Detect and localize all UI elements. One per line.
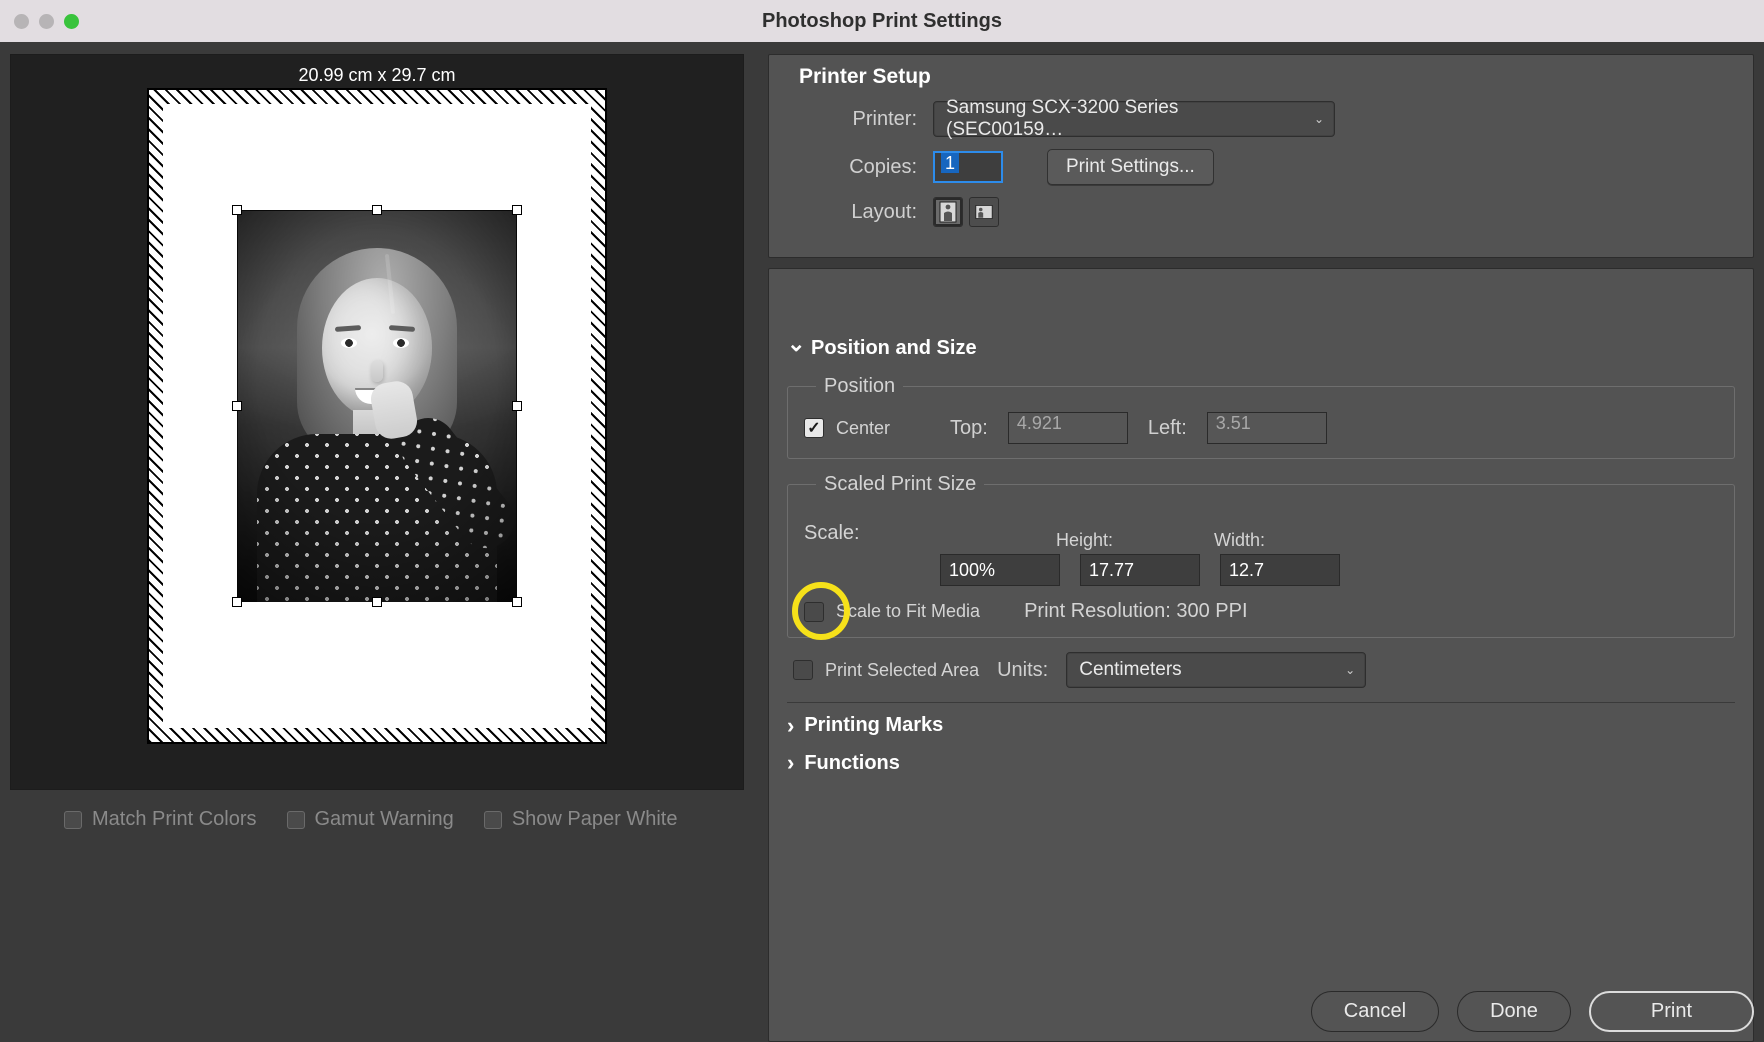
resize-handle-top[interactable] (372, 205, 382, 215)
landscape-orientation-icon (975, 201, 993, 223)
printing-marks-heading: Printing Marks (804, 714, 943, 737)
preview-column: 20.99 cm x 29.7 cm (10, 54, 754, 1042)
checkbox-icon (64, 811, 82, 829)
printer-label: Printer: (845, 108, 917, 131)
width-label: Width: (1214, 530, 1334, 551)
dialog-footer-buttons: Cancel Done Print (760, 991, 1754, 1032)
position-and-size-section-header[interactable]: Position and Size (787, 329, 1735, 367)
scaled-print-size-legend: Scaled Print Size (816, 473, 984, 496)
resize-handle-bottom-right[interactable] (512, 597, 522, 607)
print-settings-button[interactable]: Print Settings... (1047, 149, 1214, 185)
layout-portrait-button[interactable] (933, 197, 963, 227)
checkbox-checked-icon (804, 418, 824, 438)
checkbox-icon (804, 602, 824, 622)
gamut-warning-label: Gamut Warning (315, 808, 454, 831)
position-and-size-heading: Position and Size (811, 337, 977, 360)
disclosure-triangle-collapsed-icon (787, 750, 794, 776)
match-print-colors-option[interactable]: Match Print Colors (64, 808, 257, 831)
cancel-button[interactable]: Cancel (1311, 991, 1439, 1032)
printer-select-value: Samsung SCX-3200 Series (SEC00159… (946, 97, 1300, 141)
top-label: Top: (950, 417, 988, 440)
resize-handle-right[interactable] (512, 401, 522, 411)
width-value: 12.7 (1229, 560, 1264, 581)
scale-label: Scale: (804, 522, 860, 545)
layout-landscape-button[interactable] (969, 197, 999, 227)
done-button[interactable]: Done (1457, 991, 1571, 1032)
print-button-label: Print (1651, 1000, 1692, 1022)
image-bounding-box[interactable] (237, 210, 517, 602)
scale-to-fit-checkbox[interactable]: Scale to Fit Media (804, 601, 980, 622)
printer-setup-heading: Printer Setup (799, 65, 1735, 89)
preview-options: Match Print Colors Gamut Warning Show Pa… (64, 808, 754, 831)
resize-handle-top-left[interactable] (232, 205, 242, 215)
print-resolution-text: Print Resolution: 300 PPI (1024, 600, 1247, 623)
chevron-down-icon: ⌄ (1314, 112, 1324, 126)
scale-input[interactable]: 100% (940, 554, 1060, 586)
show-paper-white-option[interactable]: Show Paper White (484, 808, 678, 831)
chevron-down-icon: ⌄ (1345, 663, 1355, 677)
height-value: 17.77 (1089, 560, 1134, 581)
units-select[interactable]: Centimeters ⌄ (1066, 652, 1366, 688)
minimize-window-button[interactable] (39, 14, 54, 29)
resize-handle-top-right[interactable] (512, 205, 522, 215)
portrait-illustration (237, 210, 517, 602)
cancel-button-label: Cancel (1344, 1000, 1406, 1022)
copies-input[interactable]: 1 (933, 151, 1003, 183)
top-input[interactable]: 4.921 (1008, 412, 1128, 444)
settings-column: Printer Setup Printer: Samsung SCX-3200 … (754, 54, 1764, 1042)
position-group: Position Center Top: 4.921 Left: 3.51 (787, 375, 1735, 459)
layout-label: Layout: (845, 201, 917, 224)
print-preview-frame: 20.99 cm x 29.7 cm (10, 54, 744, 790)
height-input[interactable]: 17.77 (1080, 554, 1200, 586)
print-button[interactable]: Print (1589, 991, 1754, 1032)
top-input-value: 4.921 (1017, 413, 1062, 433)
printing-marks-section-header[interactable]: Printing Marks (787, 702, 1735, 740)
resize-handle-left[interactable] (232, 401, 242, 411)
maximize-window-button[interactable] (64, 14, 79, 29)
paper-dimensions-label: 20.99 cm x 29.7 cm (298, 65, 455, 86)
center-checkbox[interactable]: Center (804, 418, 890, 439)
left-input-value: 3.51 (1216, 413, 1251, 433)
portrait-orientation-icon (939, 201, 957, 223)
copies-input-value: 1 (941, 153, 959, 173)
print-selected-area-checkbox[interactable]: Print Selected Area (793, 660, 979, 681)
scaled-print-size-group: Scaled Print Size Scale: 100% (787, 473, 1735, 638)
copies-label: Copies: (845, 156, 917, 179)
checkbox-icon (793, 660, 813, 680)
scale-value: 100% (949, 560, 995, 581)
center-label: Center (836, 418, 890, 439)
show-paper-white-label: Show Paper White (512, 808, 678, 831)
paper-preview[interactable] (147, 88, 607, 744)
window-controls (14, 14, 79, 29)
resize-handle-bottom[interactable] (372, 597, 382, 607)
width-input[interactable]: 12.7 (1220, 554, 1340, 586)
height-label: Height: (1056, 530, 1176, 551)
checkbox-icon (484, 811, 502, 829)
units-label: Units: (997, 659, 1048, 682)
resize-handle-bottom-left[interactable] (232, 597, 242, 607)
match-print-colors-label: Match Print Colors (92, 808, 257, 831)
printer-select[interactable]: Samsung SCX-3200 Series (SEC00159… ⌄ (933, 101, 1335, 137)
position-and-size-panel: Position and Size Position Center Top: 4… (768, 268, 1754, 1042)
position-legend: Position (816, 375, 903, 398)
printer-setup-panel: Printer Setup Printer: Samsung SCX-3200 … (768, 54, 1754, 258)
disclosure-triangle-collapsed-icon (787, 713, 794, 739)
close-window-button[interactable] (14, 14, 29, 29)
titlebar: Photoshop Print Settings (0, 0, 1764, 42)
functions-section-header[interactable]: Functions (787, 740, 1735, 778)
units-select-value: Centimeters (1079, 659, 1181, 681)
done-button-label: Done (1490, 1000, 1538, 1022)
print-selected-area-label: Print Selected Area (825, 660, 979, 681)
disclosure-triangle-icon (787, 335, 801, 361)
print-settings-button-label: Print Settings... (1066, 156, 1195, 178)
scale-to-fit-label: Scale to Fit Media (836, 601, 980, 622)
left-label: Left: (1148, 417, 1187, 440)
checkbox-icon (287, 811, 305, 829)
functions-heading: Functions (804, 752, 900, 775)
left-input[interactable]: 3.51 (1207, 412, 1327, 444)
window-title: Photoshop Print Settings (762, 10, 1002, 33)
gamut-warning-option[interactable]: Gamut Warning (287, 808, 454, 831)
